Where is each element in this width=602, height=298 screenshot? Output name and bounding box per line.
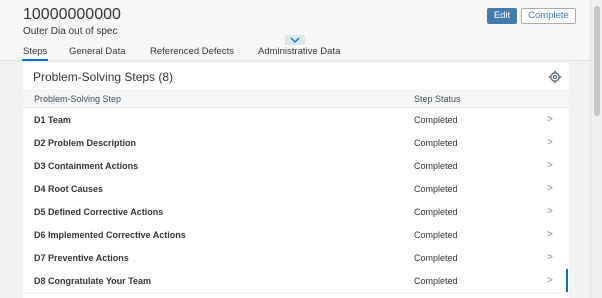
step-status: Completed: [414, 253, 458, 263]
panel-title: Problem-Solving Steps (8): [33, 70, 174, 84]
vertical-scrollbar[interactable]: [590, 0, 602, 298]
step-status: Completed: [414, 230, 458, 240]
tab-administrative-data[interactable]: Administrative Data: [258, 46, 340, 57]
step-name: D3 Containment Actions: [34, 161, 139, 171]
chevron-right-icon[interactable]: >: [547, 229, 553, 240]
gear-icon[interactable]: [548, 70, 562, 84]
table-row[interactable]: D8 Congratulate Your Team Completed >: [23, 269, 569, 293]
edit-button[interactable]: Edit: [487, 8, 517, 24]
step-status: Completed: [414, 276, 458, 286]
tab-steps[interactable]: Steps: [23, 46, 47, 57]
table-row[interactable]: D4 Root Causes Completed >: [23, 177, 569, 201]
chevron-right-icon[interactable]: >: [547, 206, 553, 217]
step-status: Completed: [414, 184, 458, 194]
problem-solving-steps-panel: Problem-Solving Steps (8) Problem-Solvin…: [23, 63, 569, 298]
chevron-right-icon[interactable]: >: [547, 137, 553, 148]
page-title: 10000000000: [23, 6, 121, 23]
table-row[interactable]: D2 Problem Description Completed >: [23, 131, 569, 155]
table-row[interactable]: D7 Preventive Actions Completed >: [23, 246, 569, 270]
step-name: D5 Defined Corrective Actions: [34, 207, 164, 217]
table-row[interactable]: D1 Team Completed >: [23, 108, 569, 132]
row-highlight-marker: [566, 269, 568, 292]
column-header-step: Problem-Solving Step: [34, 94, 122, 104]
step-name: D2 Problem Description: [34, 138, 137, 148]
step-name: D6 Implemented Corrective Actions: [34, 230, 186, 240]
step-name: D4 Root Causes: [34, 184, 104, 194]
tab-general-data[interactable]: General Data: [69, 46, 126, 57]
chevron-right-icon[interactable]: >: [547, 160, 553, 171]
step-status: Completed: [414, 138, 458, 148]
tab-referenced-defects[interactable]: Referenced Defects: [150, 46, 234, 57]
step-status: Completed: [414, 161, 458, 171]
chevron-right-icon[interactable]: >: [547, 275, 553, 286]
step-name: D1 Team: [34, 115, 71, 125]
page-subtitle: Outer Dia out of spec: [23, 26, 118, 37]
chevron-right-icon[interactable]: >: [547, 114, 553, 125]
step-name: D7 Preventive Actions: [34, 253, 129, 263]
complete-button[interactable]: Complete: [521, 8, 576, 24]
table-row[interactable]: D5 Defined Corrective Actions Completed …: [23, 200, 569, 224]
step-status: Completed: [414, 207, 458, 217]
column-header-status: Step Status: [414, 94, 461, 104]
step-name: D8 Congratulate Your Team: [34, 276, 152, 286]
active-tab-indicator: [22, 59, 48, 61]
scrollbar-thumb[interactable]: [594, 6, 600, 116]
table-row[interactable]: D3 Containment Actions Completed >: [23, 154, 569, 178]
table-row[interactable]: D6 Implemented Corrective Actions Comple…: [23, 223, 569, 247]
chevron-right-icon[interactable]: >: [547, 183, 553, 194]
tab-bar: Steps General Data Referenced Defects Ad…: [0, 43, 590, 62]
step-status: Completed: [414, 115, 458, 125]
chevron-right-icon[interactable]: >: [547, 252, 553, 263]
